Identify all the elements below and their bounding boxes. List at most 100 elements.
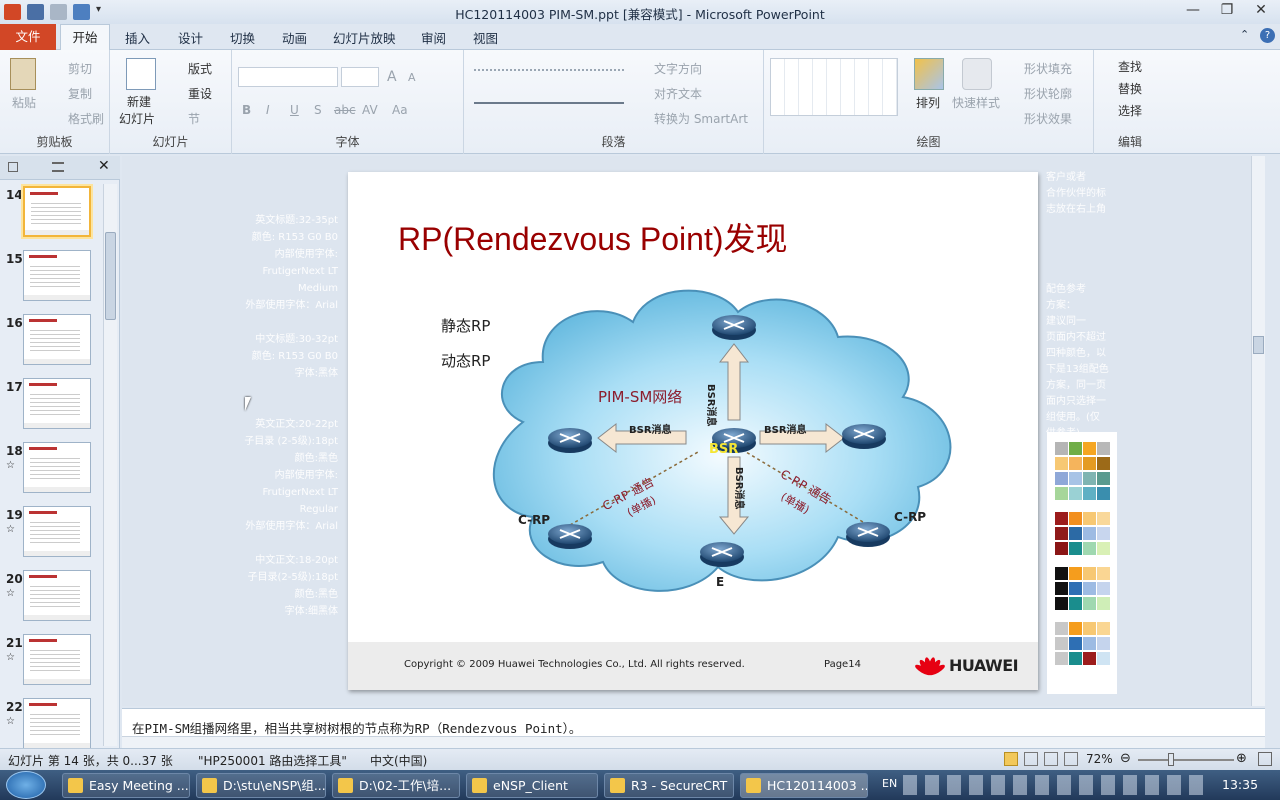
router-icon[interactable] (842, 424, 886, 449)
notes-text[interactable]: 在PIM-SM组播网络里，相当共享树树根的节点称为RP（Rendezvous P… (132, 718, 1252, 737)
taskbar-item[interactable]: Easy Meeting ... (62, 773, 190, 798)
find-button[interactable]: 查找 (1118, 58, 1142, 75)
reset-button[interactable]: 重设 (188, 85, 212, 102)
shape-fill-button[interactable]: 形状填充 (1024, 60, 1072, 77)
router-icon[interactable] (548, 524, 592, 549)
tab-insert[interactable]: 插入 (125, 28, 150, 47)
new-slide-button[interactable]: 幻灯片 (119, 110, 155, 127)
tab-file[interactable]: 文件 (0, 24, 56, 50)
paste-button[interactable]: 粘贴 (12, 94, 36, 111)
router-icon[interactable] (700, 542, 744, 567)
thumbnail-scrollbar[interactable] (103, 184, 117, 746)
shape-effects-button[interactable]: 形状效果 (1024, 110, 1072, 127)
underline-button[interactable]: U (290, 103, 299, 117)
slide-thumbnail[interactable] (23, 250, 91, 301)
format-painter-button[interactable]: 格式刷 (68, 110, 104, 127)
layout-button[interactable]: 版式 (188, 60, 212, 77)
zoom-level[interactable]: 72% (1086, 752, 1113, 766)
router-icon[interactable] (712, 315, 756, 340)
slide-thumbnail[interactable] (23, 442, 91, 493)
slide-thumbnail[interactable] (23, 506, 91, 557)
zoom-slider[interactable] (1138, 759, 1234, 761)
strikethrough-button[interactable]: abc (334, 103, 356, 117)
slide-sorter-icon[interactable] (1024, 752, 1038, 766)
select-button[interactable]: 选择 (1118, 102, 1142, 119)
router-icon[interactable] (548, 428, 592, 453)
zoom-slider-thumb[interactable] (1168, 753, 1174, 766)
quick-styles-button[interactable]: 快速样式 (952, 94, 1000, 111)
smartart-button[interactable]: 转换为 SmartArt (654, 110, 748, 127)
change-case-button[interactable]: Aa (392, 103, 408, 117)
tab-animations[interactable]: 动画 (282, 28, 307, 47)
paste-icon[interactable] (10, 58, 36, 90)
slide-thumbnail[interactable] (23, 570, 91, 621)
taskbar-item[interactable]: R3 - SecureCRT (604, 773, 734, 798)
palette-swatch (1069, 597, 1082, 610)
taskbar-item[interactable]: D:\stu\eNSP\组... (196, 773, 326, 798)
minimize-button[interactable]: — (1178, 2, 1208, 22)
shrink-font-button[interactable]: A (408, 71, 416, 84)
align-text-button[interactable]: 对齐文本 (654, 85, 702, 102)
outline-tab-icon[interactable] (52, 162, 64, 172)
new-slide-label[interactable]: 新建 (127, 93, 151, 110)
slide-vertical-scrollbar[interactable] (1251, 156, 1265, 706)
thumbnail-scroll-thumb[interactable] (105, 232, 116, 320)
grow-font-button[interactable]: A (387, 69, 397, 85)
tab-review[interactable]: 审阅 (421, 28, 446, 47)
help-icon[interactable]: ? (1260, 28, 1275, 43)
slide-thumbnail[interactable] (23, 314, 91, 365)
font-family-select[interactable] (238, 67, 338, 87)
slideshow-view-icon[interactable] (1064, 752, 1078, 766)
input-language[interactable]: EN (882, 777, 897, 790)
zoom-in-icon[interactable]: ⊕ (1236, 751, 1247, 766)
arrange-icon[interactable] (914, 58, 944, 90)
text-direction-button[interactable]: 文字方向 (654, 60, 702, 77)
fit-slide-icon[interactable] (1258, 752, 1272, 766)
tab-transitions[interactable]: 切换 (230, 28, 255, 47)
start-button-icon[interactable] (6, 771, 46, 799)
section-button[interactable]: 节 (188, 110, 200, 127)
arrange-button[interactable]: 排列 (916, 94, 940, 111)
taskbar-item[interactable]: D:\02-工作\培... (332, 773, 460, 798)
zoom-out-icon[interactable]: ⊖ (1120, 751, 1131, 766)
notes-pane[interactable]: 在PIM-SM组播网络里，相当共享树树根的节点称为RP（Rendezvous P… (122, 708, 1265, 736)
reading-view-icon[interactable] (1044, 752, 1058, 766)
close-pane-icon[interactable]: ✕ (98, 158, 110, 174)
text-shadow-button[interactable]: S (314, 103, 322, 117)
tab-view[interactable]: 视图 (473, 28, 498, 47)
slide-thumbnail[interactable] (23, 186, 91, 237)
quick-styles-icon[interactable] (962, 58, 992, 90)
new-slide-icon[interactable] (126, 58, 156, 90)
collapse-ribbon-icon[interactable]: ⌃ (1240, 28, 1249, 41)
tab-home[interactable]: 开始 (60, 24, 110, 51)
slide-canvas[interactable]: RP(Rendezvous Point)发现 静态RP 动态RP PIM-SM网… (348, 172, 1038, 690)
char-spacing-button[interactable]: AV (362, 103, 378, 117)
align-buttons-icon[interactable] (474, 102, 624, 116)
replace-button[interactable]: 替换 (1118, 80, 1142, 97)
slide-thumbnail[interactable] (23, 634, 91, 685)
slides-tab-icon[interactable] (8, 162, 18, 172)
bold-button[interactable]: B (242, 103, 251, 117)
taskbar-item[interactable]: eNSP_Client (466, 773, 598, 798)
italic-button[interactable]: I (266, 103, 270, 117)
tab-design[interactable]: 设计 (178, 28, 203, 47)
shapes-gallery[interactable] (770, 58, 898, 116)
language-status[interactable]: 中文(中国) (370, 752, 427, 769)
shape-outline-button[interactable]: 形状轮廓 (1024, 85, 1072, 102)
horizontal-scrollbar[interactable] (122, 736, 1265, 748)
maximize-button[interactable]: ❐ (1212, 2, 1242, 22)
copy-button[interactable]: 复制 (68, 85, 92, 102)
taskbar-item[interactable]: HC120114003 ... (740, 773, 868, 798)
close-button[interactable]: ✕ (1246, 2, 1276, 22)
system-tray-icons[interactable] (903, 775, 1203, 795)
router-icon[interactable] (846, 522, 890, 547)
font-size-select[interactable] (341, 67, 379, 87)
slide-thumbnail[interactable] (23, 698, 91, 749)
list-buttons-icon[interactable] (474, 69, 624, 83)
palette-swatch (1083, 622, 1096, 635)
slide-thumbnail[interactable] (23, 378, 91, 429)
normal-view-icon[interactable] (1004, 752, 1018, 766)
slide-scroll-thumb[interactable] (1253, 336, 1264, 354)
tab-slideshow[interactable]: 幻灯片放映 (333, 28, 396, 47)
cut-button[interactable]: 剪切 (68, 60, 92, 77)
